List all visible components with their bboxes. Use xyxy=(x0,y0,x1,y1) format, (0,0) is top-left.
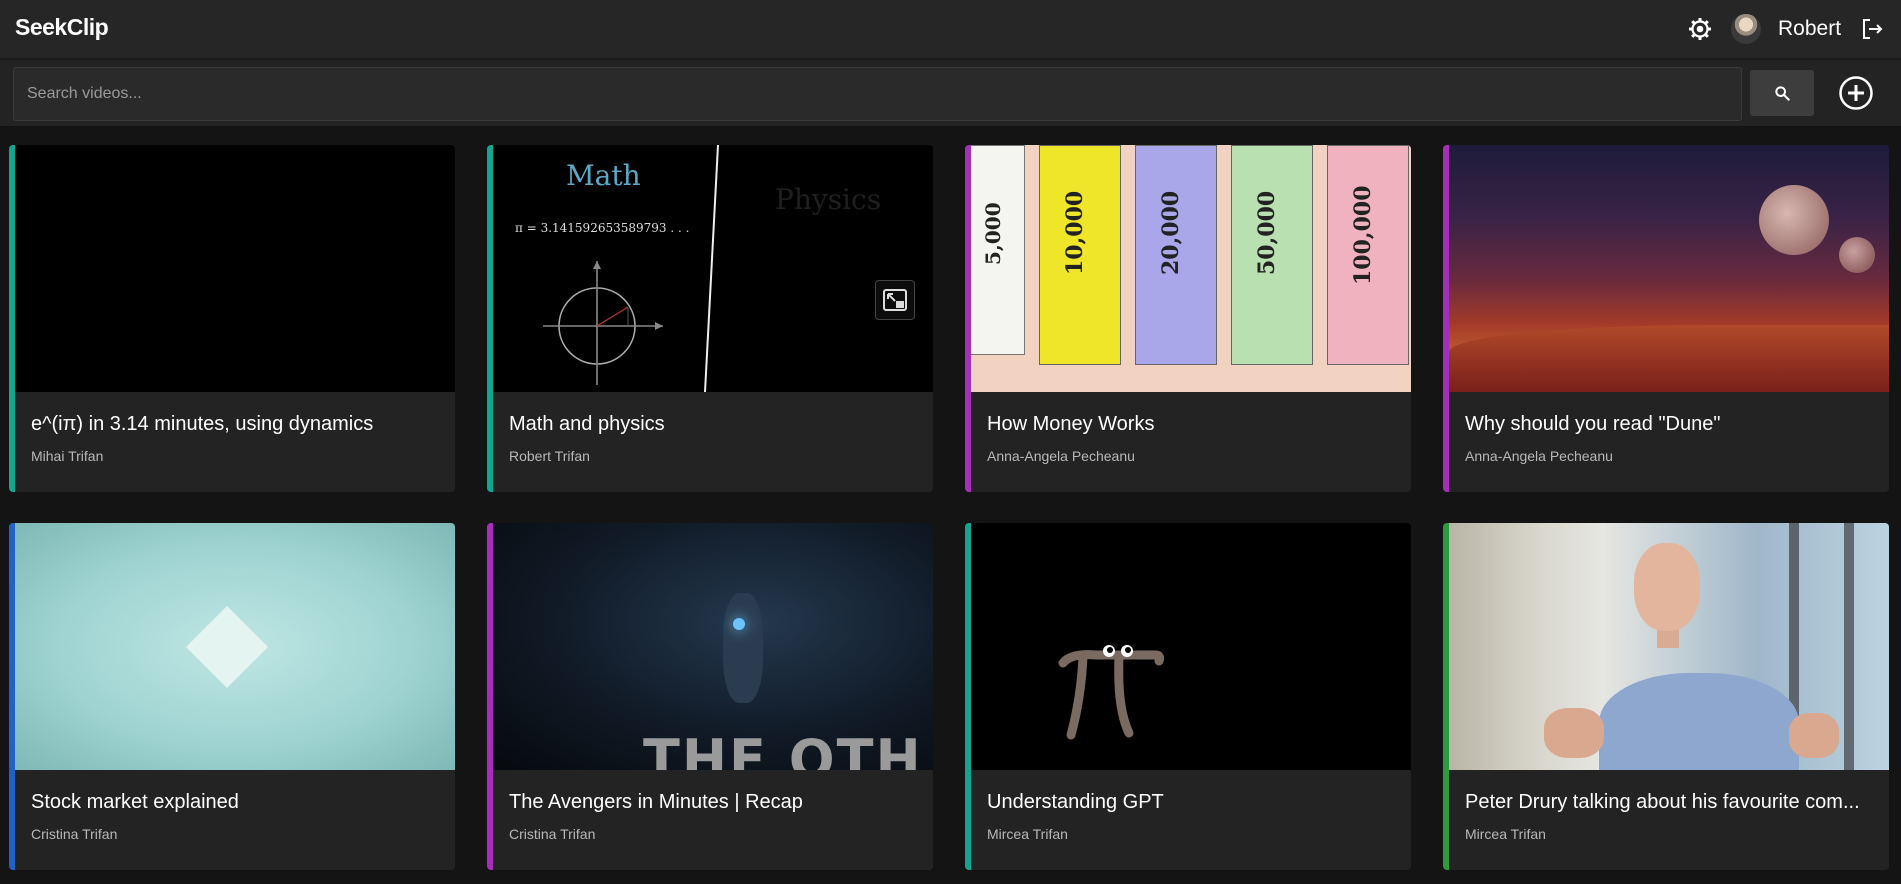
video-card[interactable]: e^(iπ) in 3.14 minutes, using dynamics M… xyxy=(9,145,455,492)
banknote-value: 100,000 xyxy=(1350,185,1376,285)
video-card[interactable]: Peter Drury talking about his favourite … xyxy=(1443,523,1889,870)
video-author: Mihai Trifan xyxy=(31,448,104,464)
video-title[interactable]: The Avengers in Minutes | Recap xyxy=(509,791,919,814)
video-author: Mircea Trifan xyxy=(987,826,1068,842)
video-card[interactable]: Math π = 3.141592653589793 . . . Physics… xyxy=(487,145,933,492)
settings-gear-icon[interactable] xyxy=(1688,17,1712,41)
search-input[interactable] xyxy=(13,67,1742,121)
banknote-value: 50,000 xyxy=(1254,190,1280,275)
thumbnail-overlay-text: THE OTH xyxy=(643,728,923,770)
search-button[interactable] xyxy=(1750,70,1814,116)
picture-in-picture-button[interactable] xyxy=(875,280,915,320)
pi-formula: π = 3.141592653589793 . . . xyxy=(515,221,690,235)
video-title[interactable]: How Money Works xyxy=(987,413,1397,436)
video-author: Mircea Trifan xyxy=(1465,826,1546,842)
add-video-button[interactable] xyxy=(1838,75,1874,111)
video-title[interactable]: e^(iπ) in 3.14 minutes, using dynamics xyxy=(31,413,441,436)
video-card[interactable]: Why should you read "Dune" Anna-Angela P… xyxy=(1443,145,1889,492)
video-author: Anna-Angela Pecheanu xyxy=(1465,448,1613,464)
logout-icon[interactable] xyxy=(1860,17,1884,41)
video-author: Robert Trifan xyxy=(509,448,590,464)
video-title[interactable]: Why should you read "Dune" xyxy=(1465,413,1875,436)
app-logo[interactable]: SeekClip xyxy=(15,14,109,41)
video-card[interactable]: THE OTH The Avengers in Minutes | Recap … xyxy=(487,523,933,870)
video-thumbnail[interactable] xyxy=(15,523,455,770)
physics-faded: Physics xyxy=(775,183,882,216)
video-author: Cristina Trifan xyxy=(31,826,118,842)
video-title[interactable]: Stock market explained xyxy=(31,791,441,814)
username[interactable]: Robert xyxy=(1778,17,1841,41)
video-thumbnail[interactable]: Math π = 3.141592653589793 . . . Physics xyxy=(493,145,933,392)
video-thumbnail[interactable] xyxy=(1449,523,1889,770)
video-thumbnail[interactable] xyxy=(971,523,1411,770)
video-thumbnail[interactable]: 5,000 10,000 20,000 50,000 100,000 xyxy=(971,145,1411,392)
banknote-value: 10,000 xyxy=(1062,190,1088,275)
video-card[interactable]: 5,000 10,000 20,000 50,000 100,000 How M… xyxy=(965,145,1411,492)
picture-in-picture-icon xyxy=(883,289,907,311)
banknote-value: 20,000 xyxy=(1158,190,1184,275)
banknote-value: 5,000 xyxy=(981,202,1005,265)
video-card[interactable]: Stock market explained Cristina Trifan xyxy=(9,523,455,870)
video-title[interactable]: Understanding GPT xyxy=(987,791,1397,814)
math-heading: Math xyxy=(566,159,641,192)
video-title[interactable]: Peter Drury talking about his favourite … xyxy=(1465,791,1875,814)
video-thumbnail[interactable]: THE OTH xyxy=(493,523,933,770)
video-card[interactable]: Understanding GPT Mircea Trifan xyxy=(965,523,1411,870)
pi-creature-icon xyxy=(1058,645,1165,740)
video-author: Cristina Trifan xyxy=(509,826,596,842)
video-thumbnail[interactable] xyxy=(15,145,455,392)
avatar[interactable] xyxy=(1731,14,1761,44)
video-title[interactable]: Math and physics xyxy=(509,413,919,436)
top-bar: SeekClip xyxy=(0,0,1901,60)
video-author: Anna-Angela Pecheanu xyxy=(987,448,1135,464)
search-icon xyxy=(1775,86,1790,101)
video-thumbnail[interactable] xyxy=(1449,145,1889,392)
